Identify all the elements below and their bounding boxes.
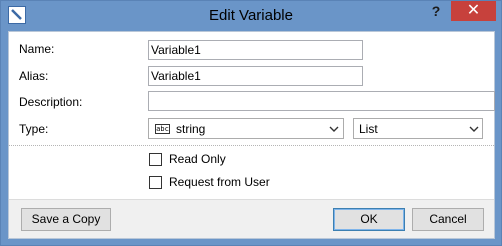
name-label: Name: [19,42,55,56]
type-label: Type: [19,122,49,136]
collection-select-value: List [359,122,378,136]
button-bar: Save a Copy OK Cancel [9,199,494,238]
read-only-checkbox[interactable] [149,153,162,166]
separator [9,145,494,146]
type-select[interactable]: abc string [148,118,344,139]
dialog-body: Name: Alias: Description: Type: abc stri… [8,31,495,239]
ok-button[interactable]: OK [333,208,405,231]
close-button[interactable]: ✕ [451,1,496,21]
title-bar[interactable]: Edit Variable ? ✕ [1,1,501,31]
chevron-down-icon [469,126,479,132]
collection-select[interactable]: List [353,118,483,139]
description-label: Description: [19,95,83,109]
edit-variable-dialog: Edit Variable ? ✕ Name: Alias: Descripti… [0,0,502,246]
help-button[interactable]: ? [421,1,451,22]
cancel-button[interactable]: Cancel [412,208,484,231]
alias-input[interactable] [148,66,363,86]
string-type-icon: abc [155,124,170,134]
alias-label: Alias: [19,69,49,83]
name-input[interactable] [148,40,363,60]
request-from-user-label: Request from User [169,175,270,189]
description-input[interactable] [148,91,495,111]
request-from-user-checkbox[interactable] [149,176,162,189]
read-only-label: Read Only [169,152,226,166]
type-select-value: string [176,122,206,136]
chevron-down-icon [329,126,339,132]
save-a-copy-button[interactable]: Save a Copy [21,208,111,231]
